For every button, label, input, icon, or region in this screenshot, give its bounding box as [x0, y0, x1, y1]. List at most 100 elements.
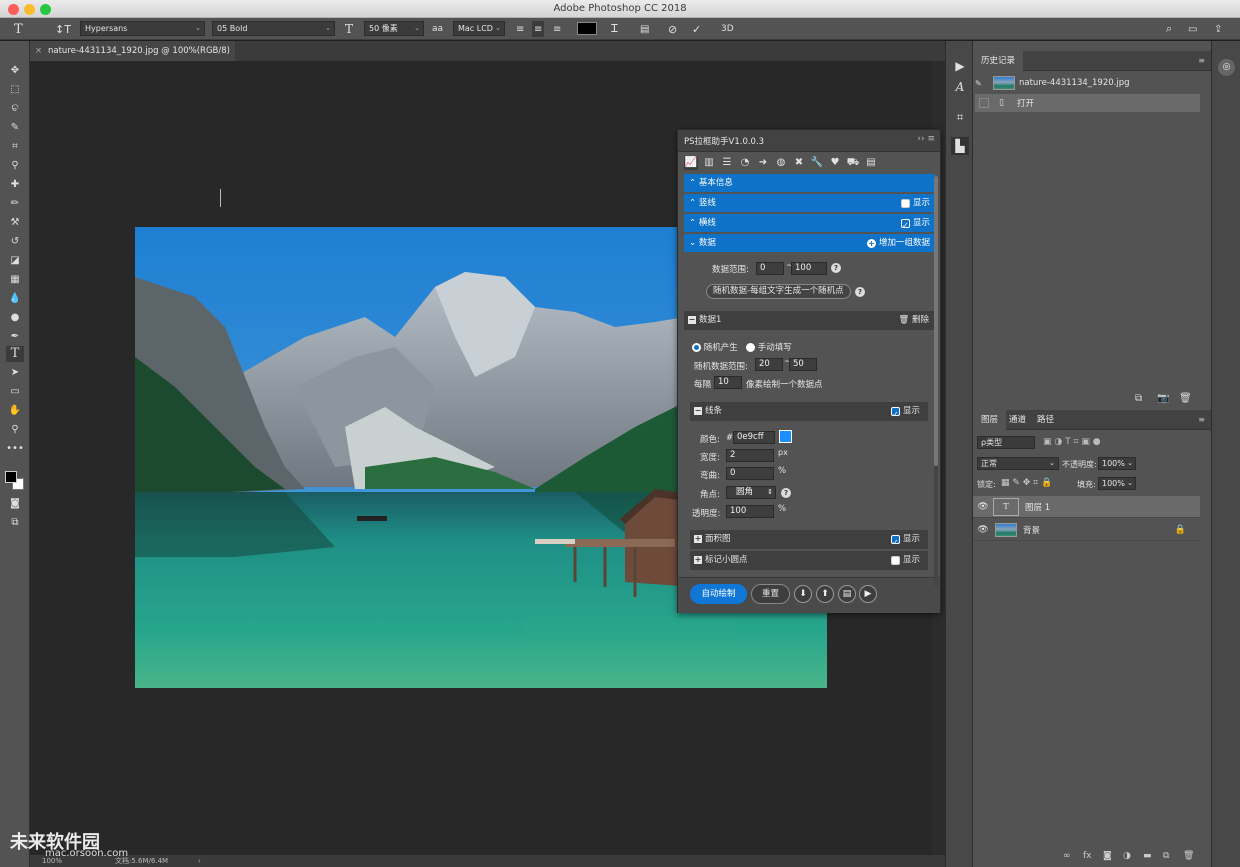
snapshot-camera-icon[interactable]: 📷 — [1157, 393, 1169, 404]
mask-icon[interactable]: ◙ — [1103, 851, 1112, 861]
blend-mode-select[interactable]: 正常 ⌄ — [977, 457, 1059, 470]
section-data[interactable]: ⌄ 数据 + 增加一组数据 — [684, 234, 935, 252]
line-color-input[interactable]: 0e9cff — [733, 431, 775, 444]
dots-section-header[interactable]: + 标记小圆点 显示 — [690, 551, 928, 570]
line-chart-icon[interactable]: 📈 — [684, 156, 698, 170]
eye-icon[interactable]: 👁 — [973, 502, 993, 512]
section-basic-info[interactable]: ⌃ 基本信息 — [684, 174, 935, 192]
layer-row[interactable]: 👁 背景 🔒 — [973, 519, 1200, 541]
panel-menu-icon[interactable]: ≡ — [1198, 415, 1205, 424]
path-selection-tool-icon[interactable]: ➤ — [6, 365, 24, 381]
line-color-swatch[interactable] — [779, 430, 792, 443]
globe-icon[interactable]: ◍ — [774, 156, 788, 170]
warp-text-icon[interactable]: Ꮖ — [611, 21, 618, 37]
screen-mode-icon[interactable]: ⧉ — [6, 515, 24, 531]
tab-history[interactable]: 历史记录 — [973, 51, 1024, 71]
align-center-icon[interactable]: ≡ — [532, 21, 545, 37]
crop-tool-icon[interactable]: ⌗ — [6, 139, 24, 155]
eraser-tool-icon[interactable]: ◪ — [6, 253, 24, 269]
commit-icon[interactable]: ✓ — [692, 21, 701, 37]
quick-select-tool-icon[interactable]: ✎ — [6, 120, 24, 136]
eye-icon[interactable]: 👁 — [973, 525, 993, 535]
vline-show-checkbox[interactable] — [900, 198, 910, 208]
help-icon[interactable]: ? — [781, 488, 791, 498]
dots-show-checkbox[interactable] — [890, 556, 900, 565]
new-document-from-state-icon[interactable]: ⧉ — [1135, 393, 1142, 404]
panel-menu-icon[interactable]: ≡ — [1198, 56, 1205, 65]
text-tool-preset-icon[interactable]: T — [14, 21, 23, 37]
auto-draw-button[interactable]: 自动绘制 — [690, 584, 747, 604]
workspace-icon[interactable]: ▭ — [1188, 21, 1197, 37]
expand-icon[interactable]: + — [694, 534, 702, 543]
search-icon[interactable]: ⌕ — [1166, 21, 1172, 37]
line-show-checkbox[interactable] — [890, 405, 900, 424]
creative-cloud-libraries-icon[interactable]: ◎ — [1218, 59, 1235, 76]
marquee-tool-icon[interactable]: ⬚ — [6, 82, 24, 98]
history-brush-tool-icon[interactable]: ↺ — [6, 234, 24, 250]
hline-show-checkbox[interactable] — [900, 217, 910, 235]
area-show-checkbox[interactable] — [890, 533, 900, 552]
delete-group-button[interactable]: 🗑 删除 — [898, 311, 929, 330]
play-actions-icon[interactable]: ▶ — [951, 57, 969, 75]
every-pixels-input[interactable]: 10 — [714, 376, 742, 389]
mode-manual-radio[interactable]: 手动填写 — [746, 341, 792, 353]
blur-tool-icon[interactable]: 💧 — [6, 291, 24, 307]
align-right-icon[interactable]: ≡ — [553, 21, 561, 37]
line-corner-select[interactable]: 圆角 ⇕ — [726, 486, 776, 499]
share-icon[interactable]: ⇪ — [1214, 21, 1222, 37]
foreground-color-swatch[interactable] — [5, 471, 17, 483]
more-tools-icon[interactable]: ••• — [6, 441, 24, 457]
layer-filter-icons[interactable]: ▣ ◑ T ⌗ ▣ ● — [1043, 437, 1101, 447]
move-tool-icon[interactable]: ✥ — [6, 63, 24, 79]
close-tab-icon[interactable]: × — [35, 41, 42, 61]
character-panel-icon[interactable]: ▤ — [640, 21, 649, 37]
help-icon[interactable]: ? — [855, 287, 865, 297]
random-data-button[interactable]: 随机数据-每组文字生成一个随机点 — [706, 284, 851, 299]
trash-icon[interactable]: 🗑 — [1179, 393, 1192, 404]
expand-icon[interactable]: + — [694, 555, 702, 564]
pen-tool-icon[interactable]: ✒ — [6, 329, 24, 345]
upload-icon[interactable]: ⬆ — [816, 585, 834, 603]
trash-icon[interactable]: 🗑 — [1183, 851, 1194, 861]
data-range-max-input[interactable]: 100 — [791, 262, 827, 275]
cancel-icon[interactable]: ⊘ — [668, 21, 677, 37]
opacity-input[interactable]: 100% ⌄ — [1098, 457, 1136, 470]
healing-brush-tool-icon[interactable]: ✚ — [6, 177, 24, 193]
video-icon[interactable]: ▶ — [859, 585, 877, 603]
type-tool-icon[interactable]: T — [6, 346, 24, 362]
line-opacity-input[interactable]: 100 — [726, 505, 774, 518]
zoom-tool-icon[interactable]: ⚲ — [6, 422, 24, 438]
character-icon[interactable]: A — [951, 78, 969, 96]
document-tab[interactable]: × nature-4431134_1920.jpg @ 100%(RGB/8) — [30, 41, 235, 61]
font-style-select[interactable]: 05 Bold ⌄ — [212, 21, 335, 36]
align-left-icon[interactable]: ≡ — [516, 21, 524, 37]
random-max-input[interactable]: 50 — [789, 358, 817, 371]
font-size-select[interactable]: 50 像素 ⌄ — [364, 21, 424, 36]
crop-panel-icon[interactable]: ⌗ — [951, 108, 969, 126]
fill-input[interactable]: 100% ⌄ — [1098, 477, 1136, 490]
adjustment-icon[interactable]: ◑ — [1123, 851, 1131, 861]
reset-button[interactable]: 重置 — [751, 584, 790, 604]
area-section-header[interactable]: +面积图 显示 — [690, 530, 928, 552]
data-group-header[interactable]: − 数据1 🗑 删除 — [684, 311, 935, 330]
plugin-header[interactable]: PS拉框助手V1.0.0.3 ›› ≡ — [678, 130, 940, 152]
3d-button[interactable]: 3D — [721, 21, 734, 37]
pie-chart-icon[interactable]: ◔ — [738, 156, 752, 170]
text-orientation-icon[interactable]: ↕T — [55, 21, 71, 37]
quick-mask-icon[interactable]: ◙ — [6, 496, 24, 512]
line-width-input[interactable]: 2 — [726, 449, 774, 462]
layer-row[interactable]: 👁 T 图层 1 — [973, 496, 1200, 518]
rectangle-tool-icon[interactable]: ▭ — [6, 384, 24, 400]
section-vertical-line[interactable]: ⌃ 竖线 显示 — [684, 194, 935, 212]
panel-collapse-icon[interactable]: ›› ≡ — [917, 134, 935, 144]
gradient-tool-icon[interactable]: ▦ — [6, 272, 24, 288]
wrench-icon[interactable]: 🔧 — [810, 156, 824, 170]
tools-icon[interactable]: ✖ — [792, 156, 806, 170]
section-horizontal-line[interactable]: ⌃ 横线 显示 — [684, 214, 935, 235]
data-range-min-input[interactable]: 0 — [756, 262, 784, 275]
arrow-icon[interactable]: ➜ — [756, 156, 770, 170]
file-icon[interactable]: ▤ — [838, 585, 856, 603]
hand-tool-icon[interactable]: ✋ — [6, 403, 24, 419]
tab-paths[interactable]: 路径 — [1029, 410, 1062, 430]
history-step[interactable]: ▯ 打开 — [975, 94, 1200, 112]
